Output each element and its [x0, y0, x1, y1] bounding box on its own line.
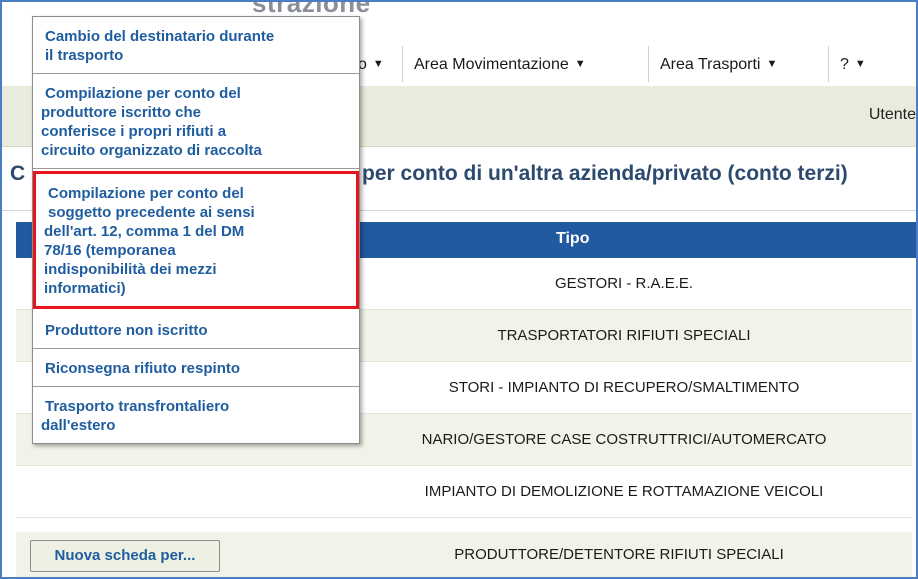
menu-item-soggetto-precedente[interactable]: Compilazione per conto del soggetto prec… — [33, 171, 359, 309]
menu-item-produttore-non-iscritto[interactable]: Produttore non iscritto — [33, 311, 359, 349]
menu-item-area-hidden[interactable]: o ▼ — [358, 42, 384, 86]
caret-down-icon: ▼ — [372, 58, 384, 70]
table-cell-tipo: IMPIANTO DI DEMOLIZIONE E ROTTAMAZIONE V… — [424, 483, 824, 500]
table-cell-tipo: NARIO/GESTORE CASE COSTRUTTRICI/AUTOMERC… — [421, 431, 827, 448]
menu-item-area-movimentazione[interactable]: Area Movimentazione ▼ — [414, 42, 586, 86]
menu-item-label: dall'estero — [41, 417, 116, 434]
user-label: Utente — [868, 106, 916, 123]
caret-down-icon: ▼ — [574, 58, 586, 70]
app-window: strazione o ▼ Area Movimentazione ▼ Area T… — [0, 0, 918, 579]
menu-item-label: Trasporto transfrontaliero — [45, 398, 230, 415]
menu-item-label: Area Movimentazione — [414, 56, 569, 73]
page-title-start: C — [10, 162, 26, 185]
menu-item-area-trasporti[interactable]: Area Trasporti ▼ — [660, 42, 777, 86]
table-scroll-edge — [908, 222, 916, 258]
menu-item-label: Compilazione per conto del — [48, 185, 244, 202]
menu-item-label: Area Trasporti — [660, 56, 761, 73]
menu-item-label: informatici) — [44, 280, 126, 297]
caret-down-icon: ▼ — [766, 58, 778, 70]
menu-item-label: il trasporto — [45, 47, 124, 64]
menu-item-label: Riconsegna rifiuto respinto — [45, 360, 241, 377]
new-form-dropdown-menu: Cambio del destinatario durante il trasp… — [32, 16, 360, 444]
menu-item-label: Compilazione per conto del — [45, 85, 241, 102]
menu-item-cambio-destinatario[interactable]: Cambio del destinatario durante il trasp… — [33, 17, 359, 74]
menu-item-label: produttore iscritto che — [41, 104, 202, 121]
page-title-tail: per conto di un'altra azienda/privato (c… — [362, 162, 848, 185]
new-form-button[interactable]: Nuova scheda per... — [30, 540, 220, 572]
caret-down-icon: ▼ — [854, 58, 866, 70]
menu-item-label: soggetto precedente ai sensi — [48, 204, 255, 221]
table-cell-tipo: GESTORI - R.A.E.E. — [554, 275, 694, 292]
table-row[interactable]: IMPIANTO DI DEMOLIZIONE E ROTTAMAZIONE V… — [16, 466, 912, 518]
menu-item-label: 78/16 (temporanea — [44, 242, 176, 259]
menu-item-label: circuito organizzato di raccolta — [41, 142, 262, 159]
menu-divider — [648, 46, 649, 82]
menu-item-help[interactable]: ? ▼ — [840, 42, 866, 86]
menu-item-label: Cambio del destinatario durante — [45, 28, 275, 45]
menu-item-label: indisponibilità dei mezzi — [44, 261, 217, 278]
menu-item-label: Produttore non iscritto — [45, 322, 208, 339]
menu-item-label: dell'art. 12, comma 1 del DM — [44, 223, 245, 240]
table-cell-tipo: PRODUTTORE/DETENTORE RIFIUTI SPECIALI — [454, 546, 784, 563]
menu-item-produttore-iscritto-circuito[interactable]: Compilazione per conto del produttore is… — [33, 74, 359, 169]
table-cell-tipo: STORI - IMPIANTO DI RECUPERO/SMALTIMENTO — [448, 379, 800, 396]
menu-item-label: ? — [840, 56, 849, 73]
menu-divider — [402, 46, 403, 82]
menu-item-riconsegna-rifiuto[interactable]: Riconsegna rifiuto respinto — [33, 349, 359, 387]
menu-divider — [828, 46, 829, 82]
table-cell-tipo: TRASPORTATORI RIFIUTI SPECIALI — [497, 327, 751, 344]
menu-item-label: conferisce i propri rifiuti a — [41, 123, 227, 140]
column-header-tipo: Tipo — [556, 230, 590, 247]
menu-item-trasporto-transfrontaliero[interactable]: Trasporto transfrontaliero dall'estero — [33, 387, 359, 443]
